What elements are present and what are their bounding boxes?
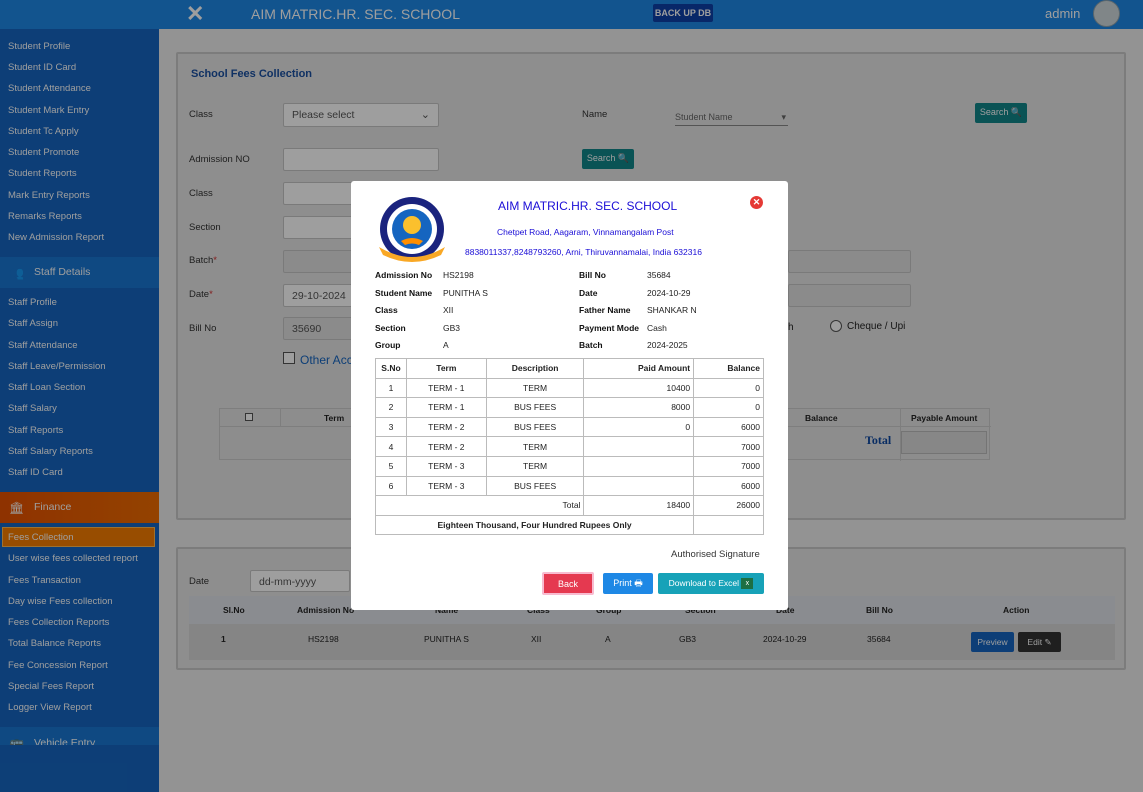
field-key: Payment Mode: [579, 323, 639, 333]
field-key: Bill No: [579, 270, 606, 280]
field-value: SHANKAR N: [647, 305, 697, 315]
field-key: Class: [375, 305, 398, 315]
field-value: 35684: [647, 270, 671, 280]
field-key: Batch: [579, 340, 603, 350]
field-key: Father Name: [579, 305, 631, 315]
receipt-modal: AIM MATRIC.HR. SEC. SCHOOL Chetpet Road,…: [351, 181, 788, 610]
field-key: Admission No: [375, 270, 433, 280]
field-key: Student Name: [375, 288, 433, 298]
receipt-school-name: AIM MATRIC.HR. SEC. SCHOOL: [498, 199, 678, 213]
field-value: XII: [443, 305, 454, 315]
table-row: 6 TERM - 3 BUS FEES 6000: [375, 475, 764, 497]
field-value: HS2198: [443, 270, 474, 280]
field-value: 2024-10-29: [647, 288, 691, 298]
field-key: Section: [375, 323, 406, 333]
back-button[interactable]: Back: [542, 572, 594, 595]
close-icon[interactable]: ✕: [750, 196, 763, 209]
total-row: Total 18400 26000: [374, 495, 764, 516]
print-button[interactable]: Print 🖶: [603, 573, 653, 594]
download-excel-button[interactable]: Download to Excel x: [658, 573, 764, 594]
table-row: 5 TERM - 3 TERM 7000: [375, 455, 764, 477]
school-logo: [379, 197, 445, 262]
receipt-contact: 8838011337,8248793260, Arni, Thiruvannam…: [465, 247, 702, 257]
printer-icon: 🖶: [634, 578, 643, 588]
receipt-address: Chetpet Road, Aagaram, Vinnamangalam Pos…: [497, 227, 674, 237]
field-value: PUNITHA S: [443, 288, 488, 298]
field-value: Cash: [647, 323, 667, 333]
field-value: 2024-2025: [647, 340, 688, 350]
receipt-table-header: S.No Term Description Paid Amount Balanc…: [375, 358, 764, 379]
field-value: A: [443, 340, 449, 350]
excel-icon: x: [741, 578, 754, 590]
authorised-signature: Authorised Signature: [671, 549, 760, 560]
table-row: 3 TERM - 2 BUS FEES 0 6000: [375, 416, 764, 438]
field-value: GB3: [443, 323, 461, 333]
table-row: 4 TERM - 2 TERM 7000: [375, 436, 764, 457]
amount-in-words-row: Eighteen Thousand, Four Hundred Rupees O…: [374, 514, 764, 536]
field-key: Date: [579, 288, 598, 298]
table-row: 2 TERM - 1 BUS FEES 8000 0: [375, 397, 764, 418]
table-row: 1 TERM - 1 TERM 10400 0: [375, 377, 764, 399]
field-key: Group: [375, 340, 401, 350]
receipt-table: S.No Term Description Paid Amount Balanc…: [374, 358, 764, 536]
